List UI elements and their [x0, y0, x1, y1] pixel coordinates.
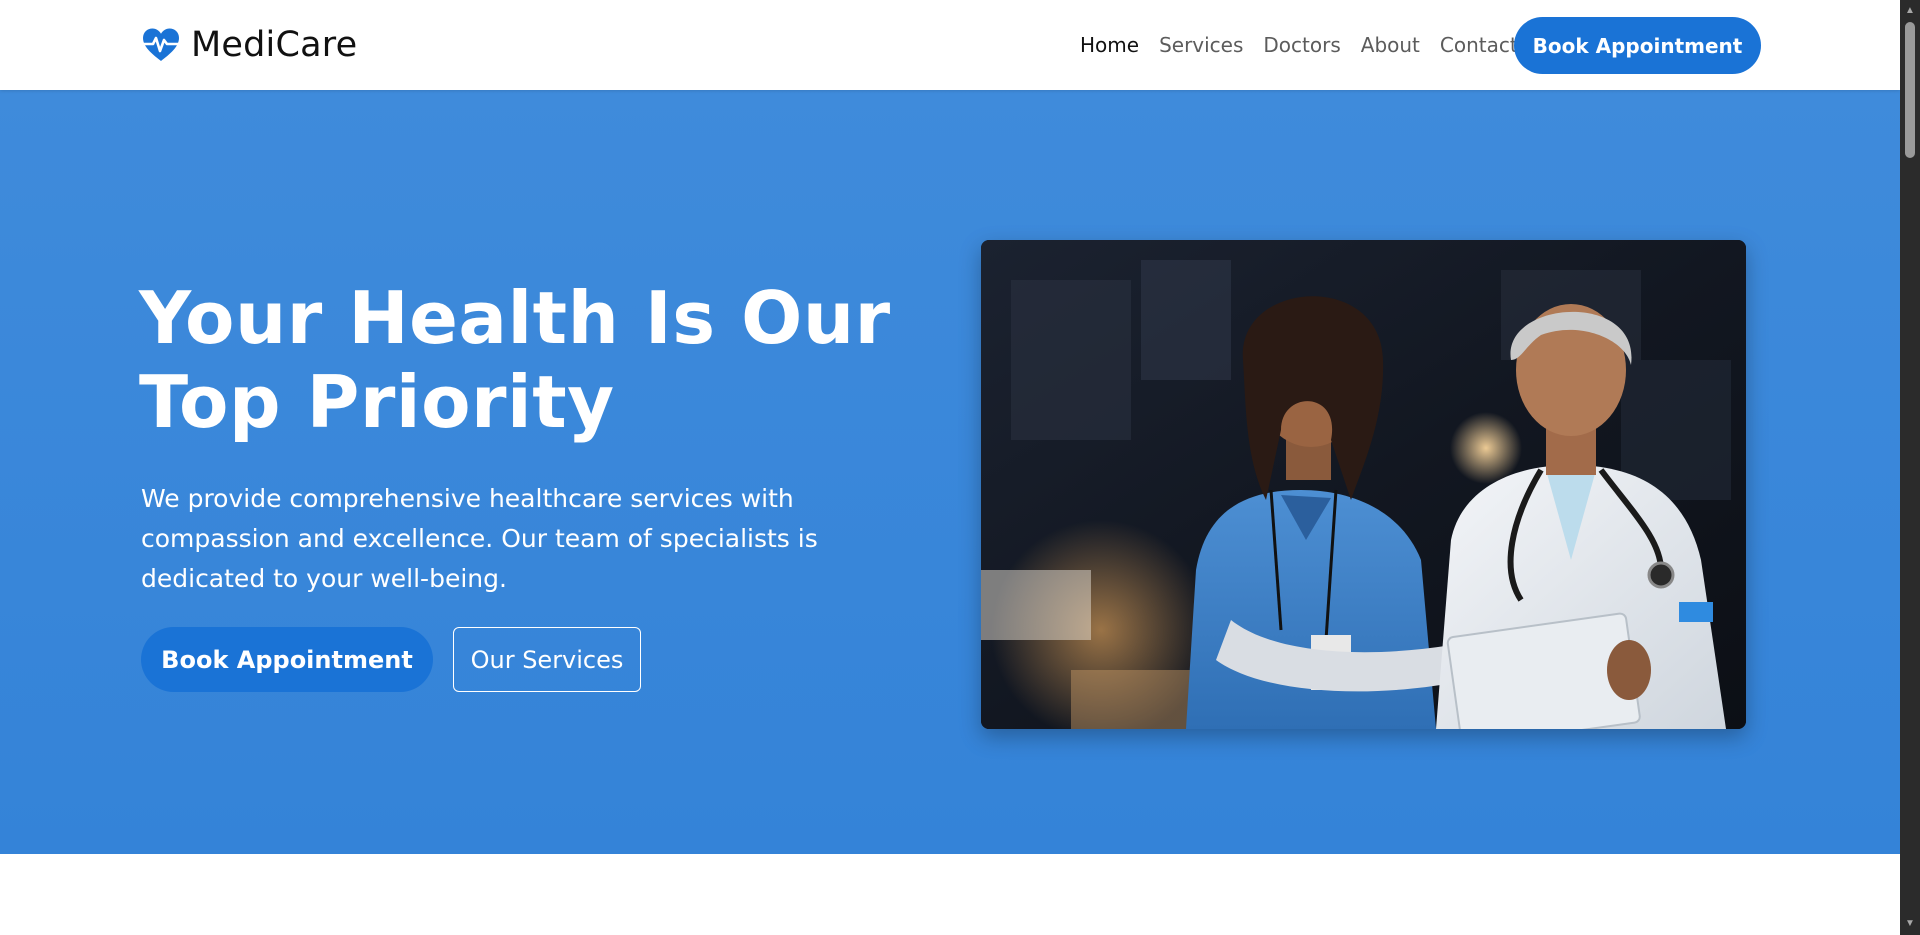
- nav-links: Home Services Doctors About Contact: [1070, 30, 1528, 60]
- nav-book-appointment-button[interactable]: Book Appointment: [1514, 17, 1761, 74]
- navbar: MediCare Home Services Doctors About Con…: [0, 0, 1900, 90]
- scroll-down-arrow-icon[interactable]: ▼: [1900, 915, 1920, 933]
- hero-book-appointment-button[interactable]: Book Appointment: [141, 627, 433, 692]
- hero-image: [981, 240, 1746, 729]
- hero-description: We provide comprehensive healthcare serv…: [141, 484, 818, 593]
- doctors-photo-illustration: [981, 240, 1746, 729]
- scroll-up-arrow-icon[interactable]: ▲: [1900, 2, 1920, 20]
- nav-link-home[interactable]: Home: [1070, 30, 1149, 60]
- browser-viewport: MediCare Home Services Doctors About Con…: [0, 0, 1900, 935]
- hero-section: Your Health Is Our Top Priority We provi…: [0, 90, 1900, 854]
- nav-link-doctors[interactable]: Doctors: [1253, 30, 1350, 60]
- hero-title: Your Health Is Our Top Priority: [139, 276, 891, 444]
- page-scrollbar[interactable]: ▲ ▼: [1900, 0, 1920, 935]
- hero-our-services-button[interactable]: Our Services: [453, 627, 641, 692]
- brand-logo-link[interactable]: MediCare: [141, 23, 357, 67]
- heart-pulse-icon: [141, 27, 181, 63]
- nav-link-services[interactable]: Services: [1149, 30, 1253, 60]
- brand-name: MediCare: [191, 25, 358, 65]
- page: MediCare Home Services Doctors About Con…: [0, 0, 1920, 935]
- nav-link-about[interactable]: About: [1351, 30, 1430, 60]
- scrollbar-thumb[interactable]: [1905, 22, 1915, 158]
- hero-actions: Book Appointment Our Services: [141, 627, 641, 692]
